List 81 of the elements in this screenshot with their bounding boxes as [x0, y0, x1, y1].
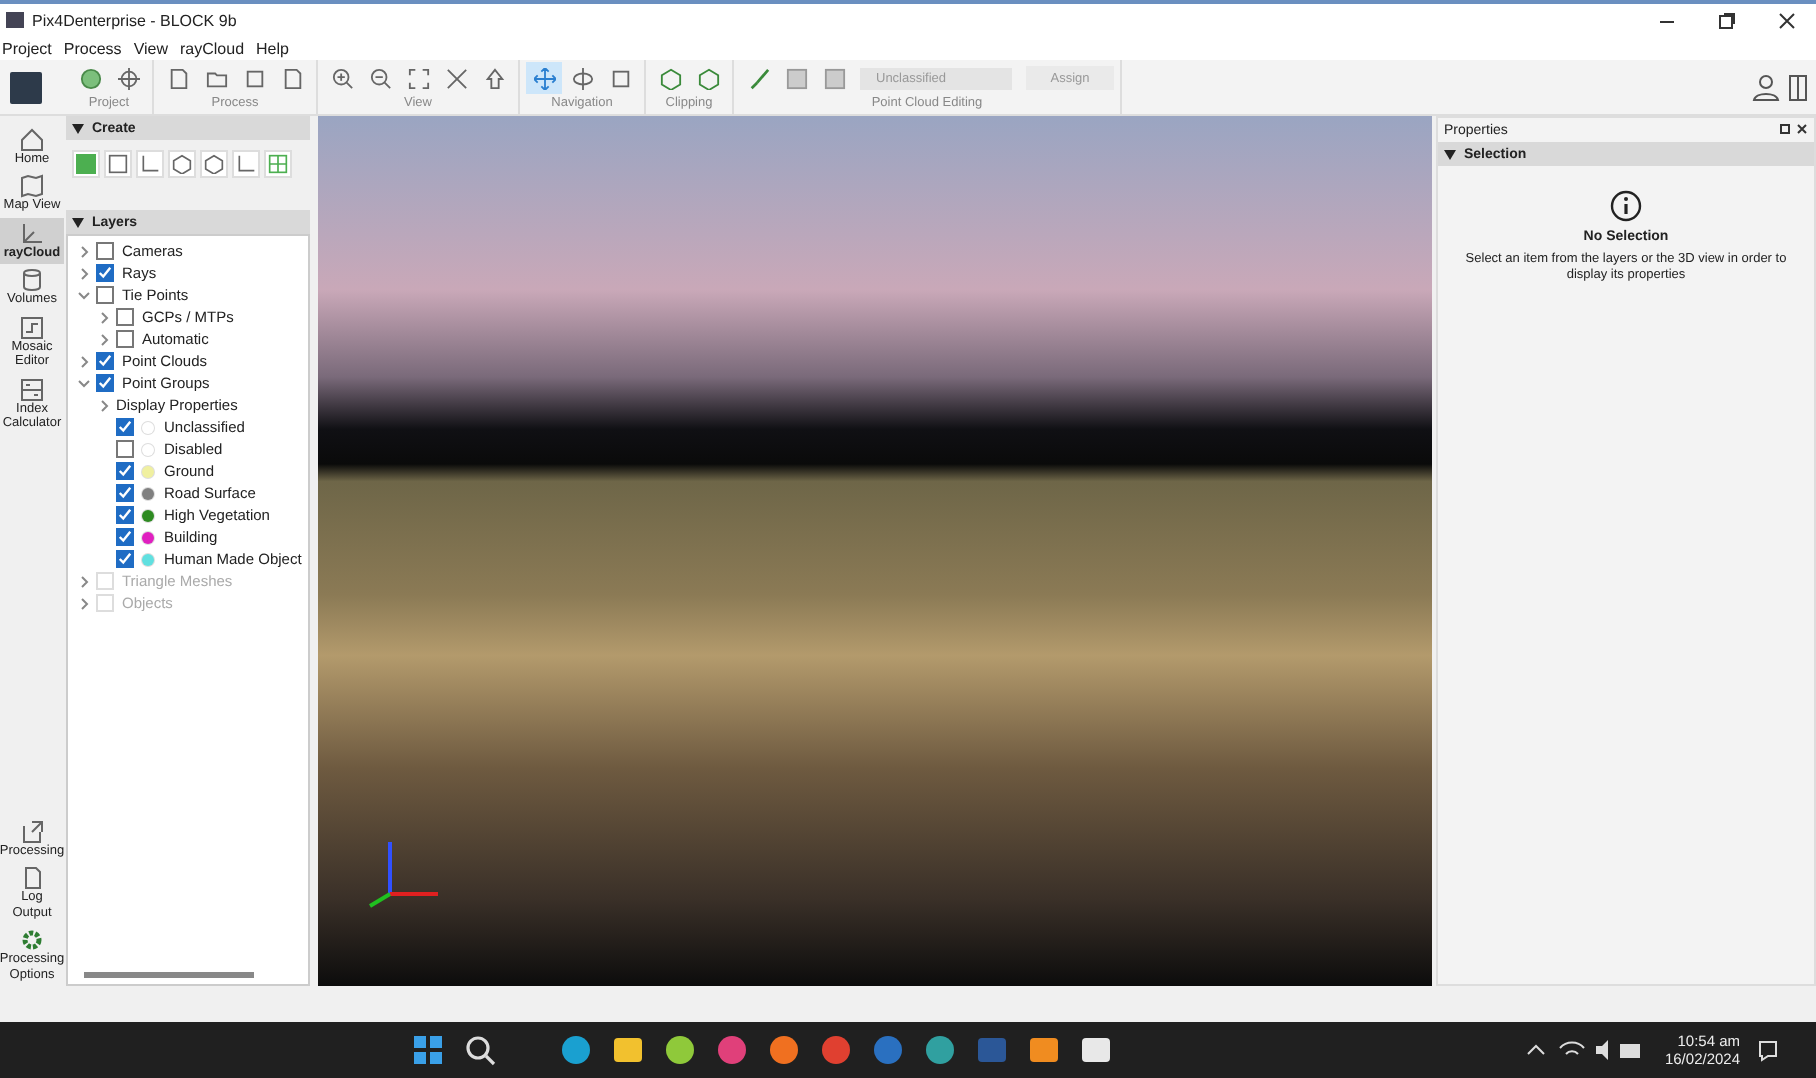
- layer-checkbox[interactable]: [96, 286, 114, 304]
- axes-tool[interactable]: [136, 150, 164, 178]
- export-icon: [20, 819, 44, 844]
- cross-icon: [445, 67, 467, 89]
- chevron-right-icon[interactable]: [76, 265, 92, 281]
- target-icon: [117, 67, 139, 89]
- collapse-triangle-icon[interactable]: [1444, 149, 1456, 159]
- collapse-triangle-icon[interactable]: [72, 123, 84, 133]
- layer-checkbox[interactable]: [116, 418, 134, 436]
- point-cloud-3d-view[interactable]: [318, 116, 1432, 986]
- user-icon[interactable]: [1752, 73, 1780, 101]
- panel-icon[interactable]: [1788, 73, 1808, 101]
- app-icon: [6, 12, 24, 28]
- orbit-icon: [571, 67, 593, 89]
- axes-icon: [140, 154, 160, 174]
- frame-icon: [609, 67, 631, 89]
- menu-item[interactable]: rayCloud: [180, 39, 245, 57]
- logo-icon: [10, 71, 42, 103]
- chevron-right-icon[interactable]: [96, 309, 112, 325]
- page-icon: [281, 67, 303, 89]
- system-tray-icons[interactable]: [1524, 1038, 1645, 1062]
- panel-controls-icon[interactable]: [1780, 124, 1808, 136]
- notification-icon[interactable]: [1756, 1038, 1781, 1062]
- axes-icon: [20, 221, 44, 246]
- restore-icon: [1717, 11, 1735, 29]
- layer-checkbox[interactable]: [116, 484, 134, 502]
- menu-item[interactable]: View: [133, 39, 169, 57]
- frame-tool[interactable]: [104, 150, 132, 178]
- layer-checkbox[interactable]: [116, 528, 134, 546]
- layer-checkbox[interactable]: [96, 264, 114, 282]
- page-icon: [20, 866, 44, 891]
- layer-checkbox[interactable]: [116, 440, 134, 458]
- folder-icon: [205, 67, 227, 89]
- collapse-triangle-icon[interactable]: [72, 217, 84, 227]
- layer-checkbox[interactable]: [116, 462, 134, 480]
- axes-tool[interactable]: [232, 150, 260, 178]
- page-icon: [167, 67, 189, 89]
- chevron-right-icon[interactable]: [76, 243, 92, 259]
- chevron-down-icon[interactable]: [76, 287, 92, 303]
- square-icon: [785, 67, 807, 89]
- square-tool[interactable]: [72, 150, 100, 178]
- menu-item[interactable]: Project: [2, 39, 52, 57]
- layer-checkbox[interactable]: [96, 242, 114, 260]
- axes-icon: [236, 154, 256, 174]
- gear-icon: [20, 928, 44, 953]
- layer-checkbox[interactable]: [96, 374, 114, 392]
- map-icon: [20, 174, 44, 199]
- layer-checkbox[interactable]: [116, 550, 134, 568]
- cube-tool[interactable]: [168, 150, 196, 178]
- grid-tool[interactable]: [264, 150, 292, 178]
- grid-icon: [20, 377, 44, 402]
- zoom-in-icon: [331, 67, 353, 89]
- frame-icon: [243, 67, 265, 89]
- cube-icon: [697, 67, 719, 89]
- cube-tool[interactable]: [200, 150, 228, 178]
- zoom-out-icon: [369, 67, 391, 89]
- home-icon: [20, 128, 44, 152]
- window-title: Pix4Denterprise - BLOCK 9b: [32, 11, 237, 29]
- arrow-icon: [483, 67, 505, 89]
- move-tool[interactable]: [526, 62, 562, 94]
- chevron-right-icon[interactable]: [96, 331, 112, 347]
- layer-checkbox[interactable]: [96, 352, 114, 370]
- layer-checkbox[interactable]: [116, 308, 134, 326]
- cube-icon: [659, 67, 681, 89]
- move-icon: [533, 67, 555, 89]
- layer-checkbox[interactable]: [116, 506, 134, 524]
- layer-checkbox[interactable]: [116, 330, 134, 348]
- square-icon: [823, 67, 845, 89]
- expand-icon: [407, 67, 429, 89]
- frame-icon: [108, 154, 128, 174]
- menu-item[interactable]: Help: [256, 39, 289, 57]
- menu-item[interactable]: Process: [63, 39, 122, 57]
- chevron-down-icon[interactable]: [76, 375, 92, 391]
- chevron-right-icon[interactable]: [96, 397, 112, 413]
- cylinder-icon: [20, 268, 44, 293]
- info-icon: [1610, 190, 1642, 222]
- close-icon: [1777, 11, 1795, 29]
- grid-icon: [268, 154, 288, 174]
- chevron-right-icon[interactable]: [76, 353, 92, 369]
- mosaic-icon: [20, 315, 44, 340]
- square-icon: [76, 154, 96, 174]
